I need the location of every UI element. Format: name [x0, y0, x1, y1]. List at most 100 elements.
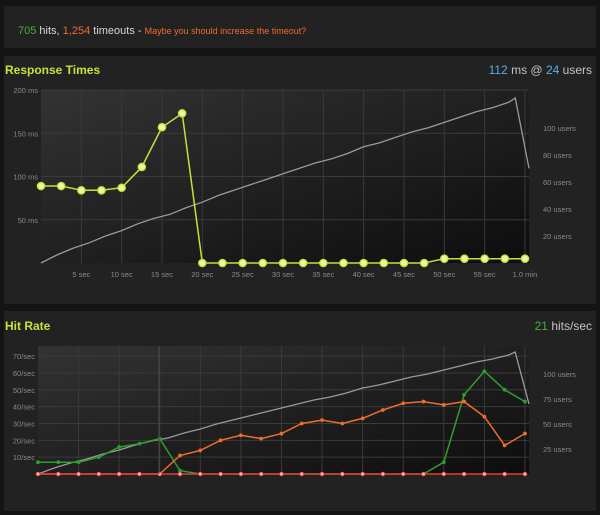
hr-hits-point	[482, 369, 487, 374]
rt-response-point	[198, 258, 207, 268]
rt-x-tick-label: 30 sec	[272, 270, 294, 279]
rt-users-tick-label: 100 users	[543, 124, 576, 133]
hr-failures-point	[340, 421, 345, 426]
hr-failures-point	[178, 453, 182, 458]
hr-timeouts-point	[319, 471, 325, 477]
hr-failures-point	[279, 431, 284, 436]
rt-response-point	[480, 254, 489, 263]
hr-y-tick-label: 70/sec	[13, 352, 35, 361]
rt-response-point	[77, 186, 86, 195]
rt-response-point	[97, 186, 106, 195]
rt-x-tick-label: 50 sec	[433, 270, 455, 279]
hr-hits-point	[96, 455, 101, 460]
rt-response-point	[177, 109, 187, 118]
rt-response-point	[339, 258, 348, 268]
hr-timeouts-point	[258, 471, 264, 477]
hr-hits-point	[117, 445, 122, 449]
rt-response-point	[500, 254, 510, 263]
rt-response-point	[258, 258, 268, 268]
hr-failures-point	[320, 418, 324, 423]
hr-timeouts-point	[238, 471, 244, 477]
hr-timeouts-point	[482, 471, 487, 477]
rt-response-point	[359, 258, 368, 268]
hr-hits-point	[441, 460, 446, 465]
hr-users-tick-label: 100 users	[543, 370, 576, 379]
hr-failures-point	[360, 416, 365, 421]
rt-y-tick-label: 50 ms	[18, 216, 39, 225]
hr-timeouts-point	[35, 471, 41, 477]
rt-x-tick-label: 35 sec	[312, 270, 334, 279]
rt-response-point	[278, 258, 288, 268]
hr-hits-point	[523, 399, 527, 404]
rt-y-tick-label: 150 ms	[13, 129, 38, 138]
hr-timeouts-point	[137, 471, 142, 477]
hr-timeouts-point	[421, 471, 426, 477]
hr-hits-point	[76, 460, 81, 465]
rt-response-point	[319, 258, 328, 268]
rt-response-point	[238, 258, 247, 268]
response-times-chart: 50 ms 100 ms 150 ms 200 ms 20 users 40 users 6…	[13, 86, 576, 279]
hr-hits-point	[502, 387, 507, 392]
hr-hits-point	[157, 436, 162, 441]
rt-response-point	[137, 162, 147, 172]
hr-y-tick-label: 50/sec	[13, 386, 35, 395]
hr-timeouts-point	[279, 471, 284, 477]
rt-users-tick-label: 80 users	[543, 151, 572, 160]
hr-hits-point	[462, 392, 466, 397]
hr-timeouts-point	[360, 471, 365, 477]
hr-failures-point	[482, 414, 487, 419]
rt-response-point	[36, 181, 46, 191]
hr-timeouts-point	[55, 471, 61, 477]
rt-response-point	[157, 122, 167, 132]
rt-response-point	[520, 254, 530, 263]
hr-failures-point	[401, 401, 406, 406]
hr-timeouts-point	[299, 471, 305, 477]
hr-timeouts-point	[400, 471, 406, 477]
hr-users-tick-label: 50 users	[543, 420, 572, 429]
rt-response-point	[298, 258, 308, 268]
hr-failures-point	[421, 399, 426, 404]
rt-x-tick-label: 1.0 min	[513, 270, 538, 279]
charts-canvas: 50 ms 100 ms 150 ms 200 ms 20 users 40 users 6…	[13, 86, 576, 477]
hr-timeouts-point	[380, 471, 386, 477]
hr-y-tick-label: 60/sec	[13, 369, 35, 378]
hr-timeouts-point	[198, 471, 203, 477]
rt-x-tick-label: 15 sec	[151, 270, 173, 279]
rt-response-point	[117, 183, 126, 193]
hr-failures-point	[198, 448, 203, 453]
hr-hits-point	[36, 460, 40, 465]
hr-users-tick-label: 75 users	[543, 395, 572, 404]
rt-response-point	[460, 254, 469, 263]
rt-x-tick-label: 55 sec	[474, 270, 496, 279]
rt-x-tick-label: 20 sec	[191, 270, 213, 279]
hr-timeouts-point	[116, 471, 122, 477]
hr-failures-point	[462, 399, 466, 404]
hit-rate-chart: 10/sec 20/sec 30/sec 40/sec 50/sec 60/sec 70/s…	[13, 346, 576, 477]
hr-timeouts-point	[218, 471, 223, 477]
hr-y-tick-label: 40/sec	[13, 403, 35, 412]
hr-users-tick-label: 25 users	[543, 445, 572, 454]
hr-hits-point	[56, 460, 61, 465]
hr-timeouts-point	[96, 471, 102, 477]
rt-response-point	[399, 258, 409, 268]
rt-x-tick-label: 40 sec	[353, 270, 375, 279]
hr-timeouts-point	[522, 471, 528, 477]
hr-y-tick-label: 30/sec	[13, 419, 35, 428]
hr-timeouts-point	[340, 471, 345, 477]
hr-failures-point	[238, 433, 243, 438]
rt-response-point	[419, 258, 429, 268]
rt-x-tick-label: 5 sec	[72, 270, 90, 279]
rt-users-tick-label: 20 users	[543, 232, 572, 241]
hr-failures-point	[381, 408, 385, 412]
rt-y-tick-label: 200 ms	[13, 86, 38, 95]
rt-response-point	[56, 181, 66, 191]
hr-timeouts-point	[441, 471, 447, 477]
hr-timeouts-point	[461, 471, 467, 477]
rt-response-point	[440, 254, 449, 263]
hr-failures-point	[259, 436, 264, 441]
hr-failures-point	[218, 438, 223, 443]
hr-plot-area	[38, 346, 529, 474]
rt-users-tick-label: 40 users	[543, 205, 572, 214]
hr-y-tick-label: 10/sec	[13, 453, 35, 462]
hr-timeouts-point	[502, 471, 507, 477]
